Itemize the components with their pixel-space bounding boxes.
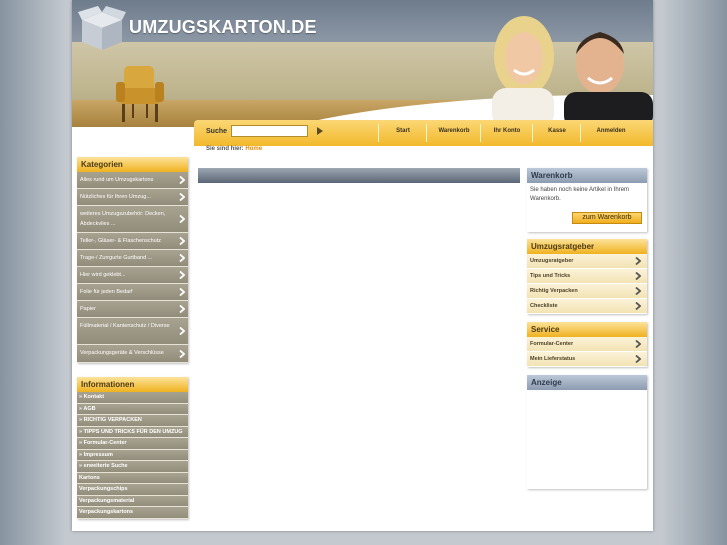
category-item[interactable]: Papier (77, 301, 188, 318)
info-link-kontakt[interactable]: » Kontakt (77, 392, 188, 404)
category-item[interactable]: Teller-, Gläser- & Flaschenschutz (77, 233, 188, 250)
nav-anmelden-link[interactable]: Anmelden (582, 120, 640, 146)
category-item[interactable]: Trage-/ Zurrgurte Gurtband ... (77, 250, 188, 267)
search-input[interactable] (231, 125, 308, 137)
ratgeber-link-umzugsratgeber[interactable]: Umzugsratgeber (527, 254, 647, 269)
chevron-right-icon (635, 302, 641, 310)
people-photo (492, 16, 653, 124)
service-box: Service Formular-Center Mein Lieferstatu… (527, 322, 647, 367)
chevron-right-icon (179, 305, 185, 313)
info-link-erweiterte-suche[interactable]: » erweiterte Suche (77, 461, 188, 473)
content-header-bar (198, 168, 520, 183)
service-title: Service (527, 322, 647, 337)
service-link-formular-center[interactable]: Formular-Center (527, 337, 647, 352)
chevron-right-icon (179, 215, 185, 223)
category-item[interactable]: weiteres Umzugszubehör: Decken, Abdeckvl… (77, 206, 188, 233)
chevron-right-icon (179, 176, 185, 184)
anzeige-box: Anzeige (527, 375, 647, 489)
zum-warenkorb-button[interactable]: zum Warenkorb (572, 212, 642, 224)
category-item[interactable]: Nützliches für Ihren Umzug... (77, 189, 188, 206)
info-link-tipps-und-tricks[interactable]: » TIPPS UND TRICKS FÜR DEN UMZUG (77, 426, 188, 438)
chevron-right-icon (635, 355, 641, 363)
categories-title: Kategorien (77, 157, 188, 172)
info-link-kartons[interactable]: Kartons (77, 472, 188, 484)
category-item[interactable]: Füllmaterial / Kantenschutz / Diverse (77, 318, 188, 345)
info-link-verpackungskartons[interactable]: Verpackungskartons (77, 507, 188, 519)
info-link-agb[interactable]: » AGB (77, 403, 188, 415)
nav-kasse-link[interactable]: Kasse (534, 120, 580, 146)
chevron-right-icon (635, 257, 641, 265)
page: UMZUGSKARTON.DE Suche Start Warenkorb Ih… (72, 0, 653, 531)
site-logo-text[interactable]: UMZUGSKARTON.DE (129, 17, 317, 38)
service-link-mein-lieferstatus[interactable]: Mein Lieferstatus (527, 352, 647, 367)
nav-warenkorb-link[interactable]: Warenkorb (428, 120, 480, 146)
category-item[interactable]: Verpackungsgeräte & Verschlüsse (77, 345, 188, 363)
header-banner: UMZUGSKARTON.DE Suche Start Warenkorb Ih… (72, 0, 653, 147)
ratgeber-link-richtig-verpacken[interactable]: Richtig Verpacken (527, 284, 647, 299)
info-link-verpackungsmaterial[interactable]: Verpackungsmaterial (77, 495, 188, 507)
info-link-richtig-verpacken[interactable]: » RICHTIG VERPACKEN (77, 415, 188, 427)
warenkorb-empty-text: Sie haben noch keine Artikel in Ihrem Wa… (530, 187, 630, 202)
moving-box-logo-icon (78, 6, 126, 50)
chevron-right-icon (179, 288, 185, 296)
chevron-right-icon (635, 287, 641, 295)
search-submit-arrow-icon[interactable] (315, 126, 325, 136)
category-item[interactable]: Folie für jeden Bedarf (77, 284, 188, 301)
informationen-title: Informationen (77, 377, 188, 392)
umzugsratgeber-title: Umzugsratgeber (527, 239, 647, 254)
categories-box: Kategorien Alles rund um Umzugskartons N… (77, 157, 188, 363)
ratgeber-link-tips-und-tricks[interactable]: Tips und Tricks (527, 269, 647, 284)
informationen-box: Informationen » Kontakt » AGB » RICHTIG … (77, 377, 188, 519)
warenkorb-box: Warenkorb Sie haben noch keine Artikel i… (527, 168, 647, 232)
chevron-right-icon (179, 271, 185, 279)
breadcrumb-home-link[interactable]: Home (245, 146, 262, 152)
breadcrumb: Sie sind hier: Home (206, 146, 262, 152)
breadcrumb-prefix: Sie sind hier: (206, 146, 244, 152)
chevron-right-icon (179, 193, 185, 201)
chevron-right-icon (179, 349, 185, 358)
category-item[interactable]: Hier wird geklebt... (77, 267, 188, 284)
search-label: Suche (206, 128, 228, 135)
chevron-right-icon (179, 254, 185, 262)
info-link-verpackungschips[interactable]: Verpackungschips (77, 484, 188, 496)
umzugsratgeber-box: Umzugsratgeber Umzugsratgeber Tips und T… (527, 239, 647, 314)
armchair-image (116, 66, 164, 122)
chevron-right-icon (179, 327, 185, 335)
info-link-impressum[interactable]: » Impressum (77, 449, 188, 461)
chevron-right-icon (179, 237, 185, 245)
anzeige-title: Anzeige (527, 375, 647, 390)
nav-start-link[interactable]: Start (380, 120, 426, 146)
info-link-formular-center[interactable]: » Formular-Center (77, 438, 188, 450)
chevron-right-icon (635, 272, 641, 280)
top-navigation-bar: Suche Start Warenkorb Ihr Konto Kasse An… (194, 120, 653, 146)
warenkorb-title: Warenkorb (527, 168, 647, 183)
nav-ihr-konto-link[interactable]: Ihr Konto (482, 120, 532, 146)
ratgeber-link-checkliste[interactable]: Checkliste (527, 299, 647, 314)
category-item[interactable]: Alles rund um Umzugskartons (77, 172, 188, 189)
chevron-right-icon (635, 340, 641, 348)
